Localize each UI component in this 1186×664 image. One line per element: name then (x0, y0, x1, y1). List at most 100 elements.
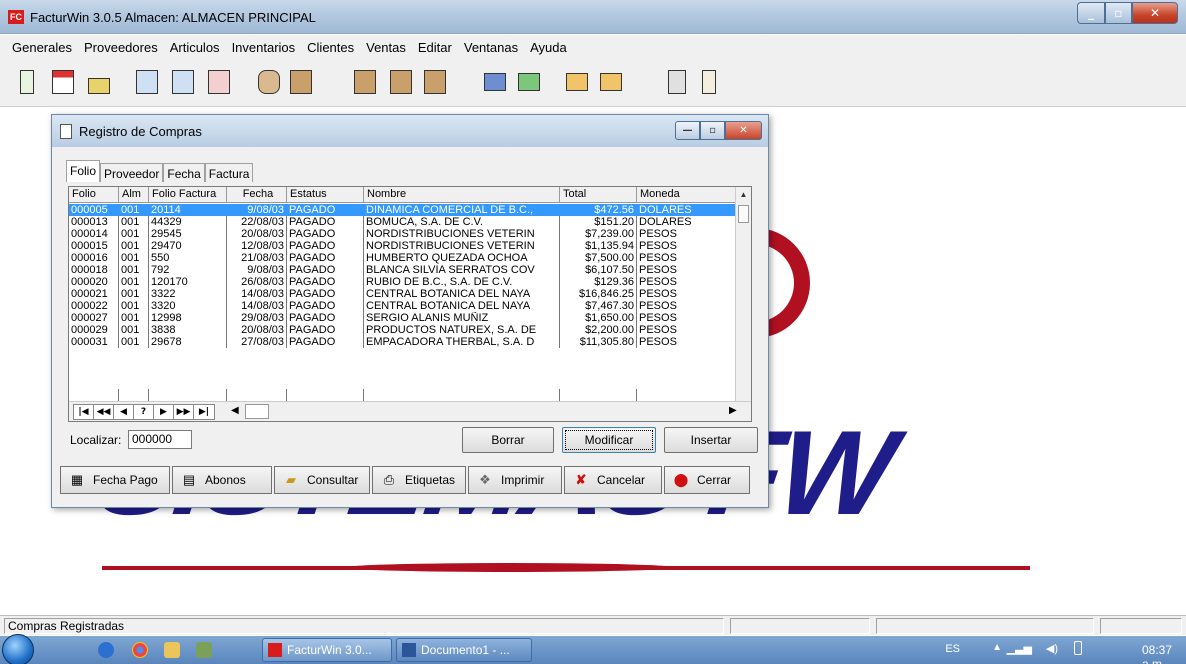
menu-inventarios[interactable]: Inventarios (226, 40, 302, 55)
task-documento1[interactable]: Documento1 - ... (396, 638, 532, 662)
report-icon[interactable] (132, 67, 162, 97)
col-estatus[interactable]: Estatus (287, 187, 364, 202)
truck-icon[interactable] (480, 67, 510, 97)
task-facturwin[interactable]: FacturWin 3.0... (262, 638, 392, 662)
clock[interactable]: 08:37 a.m. (1142, 643, 1172, 664)
scroll-left-icon[interactable]: ◀ (231, 405, 239, 416)
table-row[interactable]: 000016 001 550 21/08/03 PAGADO HUMBERTO QUEZA… (69, 252, 737, 264)
menu-proveedores[interactable]: Proveedores (78, 40, 164, 55)
vertical-scrollbar[interactable]: ▲ (735, 187, 751, 401)
borrar-button[interactable]: Borrar (462, 427, 554, 453)
app-shortcut-icon[interactable] (196, 642, 212, 658)
col-folio[interactable]: Folio (69, 187, 119, 202)
nav-prev-page-button[interactable]: ◀◀ (94, 405, 114, 419)
cash-register-icon[interactable] (84, 67, 114, 97)
cell-total: $6,107.50 (560, 264, 637, 276)
box-icon[interactable] (286, 67, 316, 97)
dialog-minimize-button[interactable]: — (675, 121, 700, 140)
table-row[interactable]: 000014 001 29545 20/08/03 PAGADO NORDISTRIBUC… (69, 228, 737, 240)
insertar-button[interactable]: Insertar (664, 427, 758, 453)
consultar-button[interactable]: ▰ Consultar (274, 466, 370, 494)
col-fecha[interactable]: Fecha (227, 187, 287, 202)
nav-next-button[interactable]: ▶ (154, 405, 174, 419)
table-row[interactable]: 000021 001 3322 14/08/03 PAGADO CENTRAL BOTAN… (69, 288, 737, 300)
scroll-thumb[interactable] (738, 205, 749, 223)
main-title-bar[interactable]: FC FacturWin 3.0.5 Almacen: ALMACEN PRIN… (0, 0, 1186, 34)
show-hidden-icons-icon[interactable]: ▲ (992, 642, 1002, 653)
scroll-right-icon[interactable]: ▶ (729, 405, 737, 416)
menu-ventas[interactable]: Ventas (360, 40, 412, 55)
modificar-button[interactable]: Modificar (562, 427, 656, 453)
table-row[interactable]: 000018 001 792 9/08/03 PAGADO BLANCA SILVIA S… (69, 264, 737, 276)
tab-folio[interactable]: Folio (66, 160, 101, 182)
export-icon[interactable] (596, 67, 626, 97)
fecha-pago-button[interactable]: ▦ Fecha Pago (60, 466, 170, 494)
report2-icon[interactable] (168, 67, 198, 97)
cerrar-button[interactable]: ⬤ Cerrar (664, 466, 750, 494)
box-in-icon[interactable] (386, 67, 416, 97)
menu-generales[interactable]: Generales (6, 40, 78, 55)
chrome-icon[interactable] (132, 642, 148, 658)
battery-icon[interactable] (1074, 641, 1082, 655)
internet-explorer-icon[interactable] (98, 642, 114, 658)
table-row[interactable]: 000015 001 29470 12/08/03 PAGADO NORDISTRIBUC… (69, 240, 737, 252)
import-icon[interactable] (562, 67, 592, 97)
maximize-button[interactable]: ▫ (1105, 2, 1132, 24)
network-icon[interactable]: ▁▃▅ (1007, 642, 1032, 655)
exit-door-icon[interactable] (694, 67, 724, 97)
volume-icon[interactable]: ◀) (1046, 642, 1058, 655)
menu-ventanas[interactable]: Ventanas (458, 40, 524, 55)
dialog-close-button[interactable]: ✕ (725, 121, 762, 140)
box-transfer-icon[interactable] (420, 67, 450, 97)
col-folio-factura[interactable]: Folio Factura (149, 187, 227, 202)
tab-factura[interactable]: Factura (204, 163, 254, 182)
cancelar-button[interactable]: ✘ Cancelar (564, 466, 662, 494)
compras-grid[interactable]: Folio Alm Folio Factura Fecha Estatus No… (68, 186, 752, 422)
localizar-input[interactable]: 000000 (128, 430, 192, 449)
language-indicator[interactable]: ES (945, 643, 960, 655)
window-title: FacturWin 3.0.5 Almacen: ALMACEN PRINCIP… (30, 10, 316, 25)
menu-editar[interactable]: Editar (412, 40, 458, 55)
col-total[interactable]: Total (560, 187, 637, 202)
etiquetas-button[interactable]: ⎙ Etiquetas (372, 466, 466, 494)
table-row[interactable]: 000020 001 120170 26/08/03 PAGADO RUBIO DE B.… (69, 276, 737, 288)
close-button[interactable]: ✕ (1132, 2, 1178, 24)
calculator-icon[interactable] (662, 67, 692, 97)
invoice-icon[interactable] (48, 67, 78, 97)
horizontal-scroll-thumb[interactable] (245, 404, 269, 419)
table-row[interactable]: 000022 001 3320 14/08/03 PAGADO CENTRAL BOTAN… (69, 300, 737, 312)
imprimir-button[interactable]: ❖ Imprimir (468, 466, 562, 494)
col-alm[interactable]: Alm (119, 187, 149, 202)
dialog-title-bar[interactable]: Registro de Compras — ▫ ✕ (52, 115, 768, 147)
minimize-button[interactable]: _ (1077, 2, 1105, 24)
table-row[interactable]: 000027 001 12998 29/08/03 PAGADO SERGIO ALANI… (69, 312, 737, 324)
table-row[interactable]: 000031 001 29678 27/08/03 PAGADO EMPACADORA T… (69, 336, 737, 348)
dialog-maximize-button[interactable]: ▫ (700, 121, 725, 140)
handshake-icon[interactable] (254, 67, 284, 97)
tab-proveedor[interactable]: Proveedor (100, 163, 164, 182)
start-button[interactable] (2, 634, 34, 664)
nav-search-button[interactable]: ? (134, 405, 154, 419)
cell-folio: 000016 (69, 252, 119, 264)
table-row[interactable]: 000013 001 44329 22/08/03 PAGADO BOMUCA, S.A.… (69, 216, 737, 228)
scroll-up-icon[interactable]: ▲ (736, 187, 751, 203)
col-moneda[interactable]: Moneda (637, 187, 725, 202)
nav-next-page-button[interactable]: ▶▶ (174, 405, 194, 419)
menu-clientes[interactable]: Clientes (301, 40, 360, 55)
document-icon[interactable] (12, 67, 42, 97)
nav-first-button[interactable]: |◀ (74, 405, 94, 419)
table-row[interactable]: 000029 001 3838 20/08/03 PAGADO PRODUCTOS NAT… (69, 324, 737, 336)
table-row[interactable]: 000005 001 20114 9/08/03 PAGADO DINAMICA COME… (69, 204, 737, 216)
menu-ayuda[interactable]: Ayuda (524, 40, 573, 55)
box-out-icon[interactable] (350, 67, 380, 97)
cell-moneda: PESOS (639, 240, 677, 252)
money-icon[interactable] (514, 67, 544, 97)
report3-icon[interactable] (204, 67, 234, 97)
menu-articulos[interactable]: Articulos (164, 40, 226, 55)
nav-prev-button[interactable]: ◀ (114, 405, 134, 419)
abonos-button[interactable]: ▤ Abonos (172, 466, 272, 494)
nav-last-button[interactable]: ▶| (194, 405, 214, 419)
tab-fecha[interactable]: Fecha (163, 163, 205, 182)
col-nombre[interactable]: Nombre (364, 187, 560, 202)
explorer-folder-icon[interactable] (164, 642, 180, 658)
